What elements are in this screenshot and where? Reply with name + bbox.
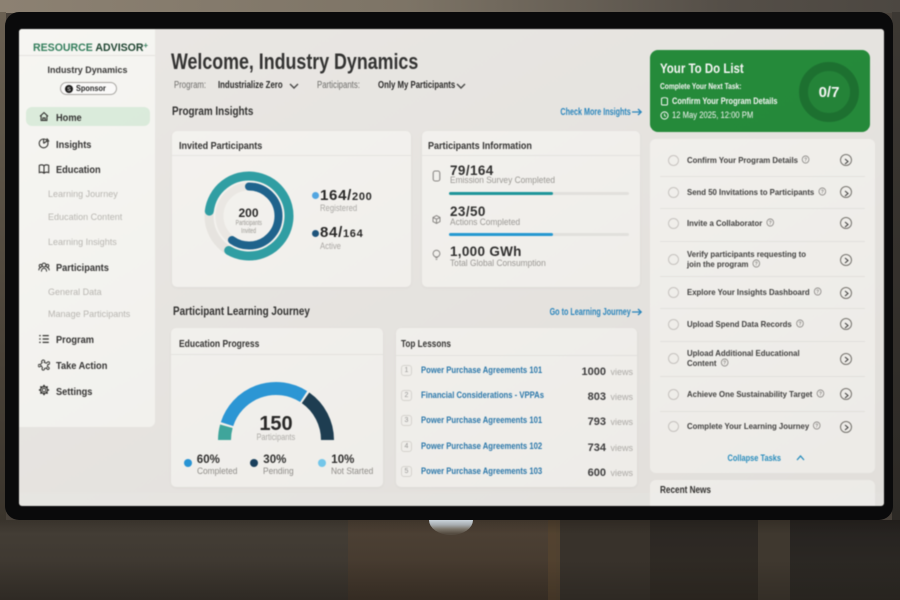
- svg-text:?: ?: [820, 189, 823, 195]
- svg-text:0/7: 0/7: [819, 84, 840, 101]
- svg-text:?: ?: [815, 423, 818, 429]
- svg-text:?: ?: [818, 391, 821, 397]
- svg-text:?: ?: [804, 157, 807, 163]
- svg-text:?: ?: [768, 220, 771, 226]
- svg-text:?: ?: [754, 262, 757, 268]
- svg-text:?: ?: [798, 321, 801, 327]
- svg-text:?: ?: [722, 361, 725, 367]
- svg-text:?: ?: [816, 289, 819, 295]
